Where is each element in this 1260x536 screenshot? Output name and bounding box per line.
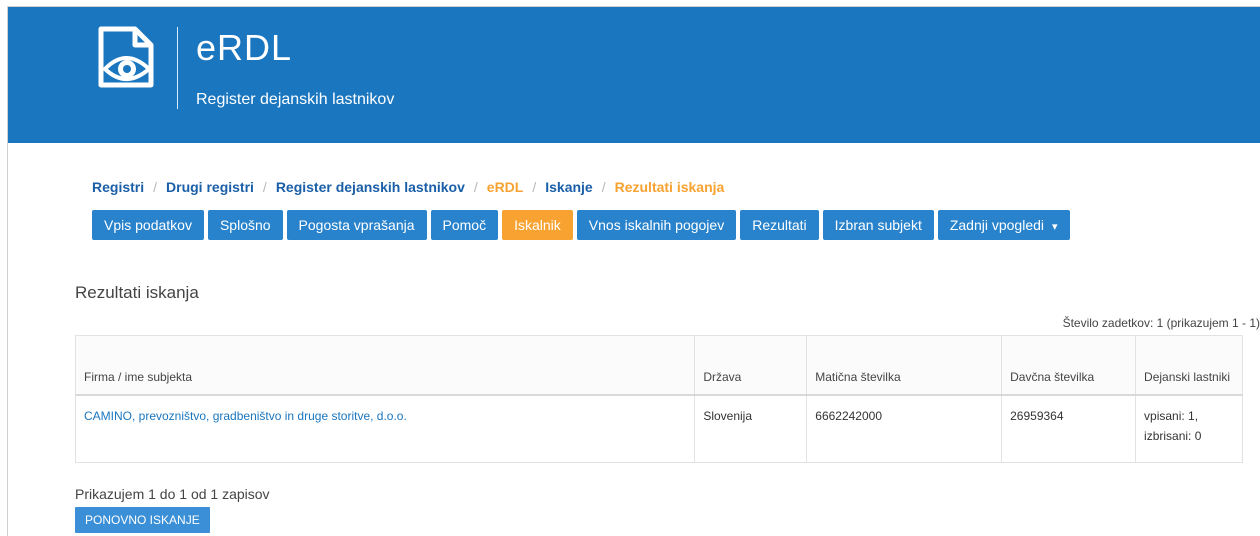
subject-link[interactable]: CAMINO, prevozništvo, gradbeništvo in dr… xyxy=(84,409,407,423)
nav-zadnji-vpogledi[interactable]: Zadnji vpogledi ▾ xyxy=(937,210,1070,240)
chevron-down-icon: ▾ xyxy=(1052,221,1058,233)
breadcrumb-separator: / xyxy=(601,179,606,195)
breadcrumb-registri[interactable]: Registri xyxy=(92,179,144,195)
app-title[interactable]: eRDL xyxy=(196,27,292,69)
breadcrumb-separator: / xyxy=(473,179,478,195)
owners-deleted: izbrisani: 0 xyxy=(1144,428,1202,443)
breadcrumb-register-dejanskih-lastnikov[interactable]: Register dejanskih lastnikov xyxy=(276,179,465,195)
column-header-owners[interactable]: Dejanski lastniki xyxy=(1135,335,1243,395)
cell-tax-number: 26959364 xyxy=(1001,394,1137,463)
column-header-tax-number[interactable]: Davčna številka xyxy=(1001,335,1137,395)
column-header-reg-number[interactable]: Matična številka xyxy=(806,335,1003,395)
nav-pomoc[interactable]: Pomoč xyxy=(430,210,499,240)
search-again-button[interactable]: PONOVNO ISKANJE xyxy=(75,507,210,533)
breadcrumb: Registri / Drugi registri / Register dejansk… xyxy=(92,179,724,195)
results-table: Firma / ime subjekta Država Matična štev… xyxy=(74,335,1243,463)
cell-country: Slovenija xyxy=(694,394,808,463)
nav-zadnji-vpogledi-label: Zadnji vpogledi xyxy=(949,217,1045,233)
table-header-row: Firma / ime subjekta Država Matična štev… xyxy=(74,335,1243,395)
nav-splosno[interactable]: Splošno xyxy=(207,210,283,240)
app-header: eRDL Register dejanskih lastnikov xyxy=(8,7,1260,143)
breadcrumb-erdl[interactable]: eRDL xyxy=(487,179,524,195)
owners-registered: vpisani: 1, xyxy=(1144,408,1199,423)
breadcrumb-rezultati-iskanja: Rezultati iskanja xyxy=(614,179,725,195)
nav-vnos-iskalnih-pogojev[interactable]: Vnos iskalnih pogojev xyxy=(576,210,737,240)
breadcrumb-iskanje[interactable]: Iskanje xyxy=(545,179,592,195)
nav-rezultati[interactable]: Rezultati xyxy=(740,210,819,240)
table-row: CAMINO, prevozništvo, gradbeništvo in dr… xyxy=(74,394,1243,463)
page-frame: eRDL Register dejanskih lastnikov Regist… xyxy=(7,6,1260,536)
breadcrumb-drugi-registri[interactable]: Drugi registri xyxy=(166,179,254,195)
column-header-name[interactable]: Firma / ime subjekta xyxy=(74,335,696,395)
cell-owners: vpisani: 1, izbrisani: 0 xyxy=(1135,394,1243,463)
cell-reg-number: 6662242000 xyxy=(806,394,1003,463)
nav-pogosta-vprasanja[interactable]: Pogosta vprašanja xyxy=(286,210,427,240)
document-eye-icon[interactable] xyxy=(95,23,159,91)
logo-divider xyxy=(177,27,178,109)
cell-name: CAMINO, prevozništvo, gradbeništvo in dr… xyxy=(74,394,696,463)
pager-info: Prikazujem 1 do 1 od 1 zapisov xyxy=(75,486,270,502)
nav-vpis-podatkov[interactable]: Vpis podatkov xyxy=(92,210,204,240)
breadcrumb-separator: / xyxy=(532,179,537,195)
breadcrumb-separator: / xyxy=(262,179,267,195)
column-header-country[interactable]: Država xyxy=(694,335,808,395)
nav-iskalnik[interactable]: Iskalnik xyxy=(502,210,573,240)
result-count: Število zadetkov: 1 (prikazujem 1 - 1) xyxy=(1062,316,1260,330)
nav-izbran-subjekt[interactable]: Izbran subjekt xyxy=(822,210,934,240)
main-nav: Vpis podatkov Splošno Pogosta vprašanja … xyxy=(92,210,1070,240)
app-subtitle: Register dejanskih lastnikov xyxy=(196,91,395,108)
results-title: Rezultati iskanja xyxy=(75,283,199,302)
breadcrumb-separator: / xyxy=(153,179,158,195)
